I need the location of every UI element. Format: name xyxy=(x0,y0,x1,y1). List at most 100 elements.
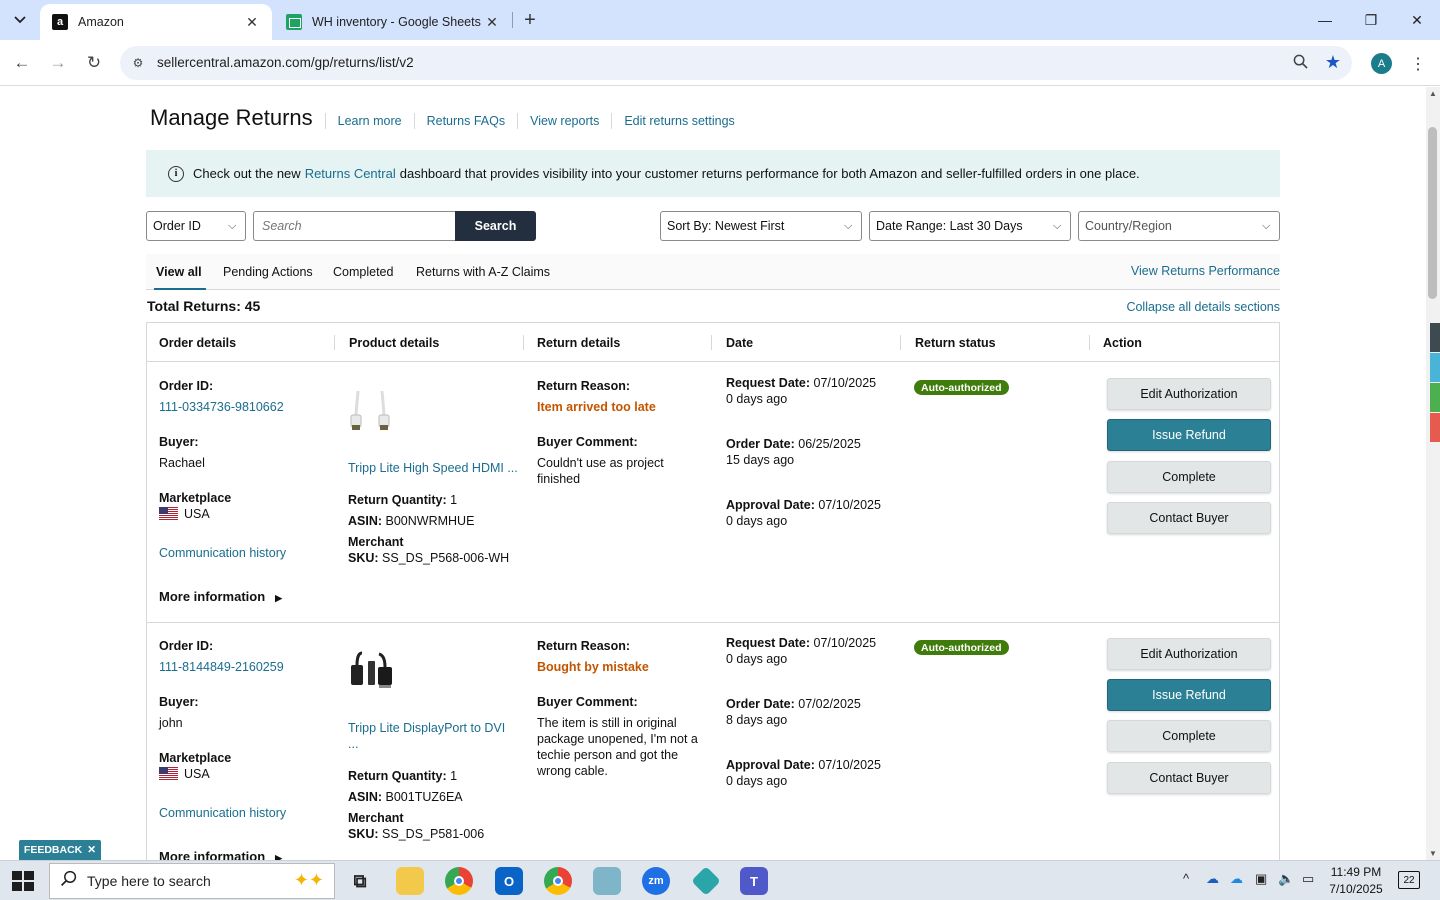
date-range-select[interactable]: Date Range: Last 30 Days ⌵ xyxy=(869,211,1071,241)
request-date-value: 07/10/2025 xyxy=(813,636,877,650)
zoom-icon[interactable] xyxy=(1293,54,1308,73)
communication-history-link[interactable]: Communication history xyxy=(159,545,286,561)
tab-google-sheets[interactable]: WH inventory - Google Sheets ✕ xyxy=(274,4,512,40)
notifications-icon[interactable]: 22 xyxy=(1398,871,1420,889)
product-name-link[interactable]: Tripp Lite High Speed HDMI ... xyxy=(348,460,518,476)
task-view-icon[interactable]: ⧉ xyxy=(346,867,374,895)
issue-refund-button[interactable]: Issue Refund xyxy=(1107,679,1271,711)
sort-select[interactable]: Sort By: Newest First ⌵ xyxy=(660,211,862,241)
profile-avatar[interactable]: A xyxy=(1371,53,1392,74)
returns-faqs-link[interactable]: Returns FAQs xyxy=(413,113,518,129)
reload-icon[interactable]: ↻ xyxy=(81,50,107,76)
marketplace-value: USA xyxy=(159,506,286,522)
order-date-ago: 8 days ago xyxy=(726,713,788,727)
communication-history-link[interactable]: Communication history xyxy=(159,805,286,821)
network-icon[interactable]: ▭ xyxy=(1302,871,1314,887)
returns-table: Order details Product details Return det… xyxy=(146,322,1280,860)
edit-returns-settings-link[interactable]: Edit returns settings xyxy=(611,113,746,129)
bookmark-star-icon[interactable]: ★ xyxy=(1325,52,1341,73)
forward-arrow-icon[interactable]: → xyxy=(45,50,71,76)
minimize-icon[interactable]: — xyxy=(1302,0,1348,40)
tab-returns-az-claims[interactable]: Returns with A-Z Claims xyxy=(416,254,550,290)
order-id-link[interactable]: 111-0334736-9810662 xyxy=(159,399,286,415)
more-information-toggle[interactable]: More information ▶ xyxy=(159,849,282,860)
onedrive-personal-icon[interactable]: ☁ xyxy=(1230,871,1243,887)
side-extension-tabs[interactable] xyxy=(1430,323,1440,442)
close-tab-icon[interactable]: ✕ xyxy=(484,14,500,30)
tab-completed[interactable]: Completed xyxy=(333,254,393,290)
page-scrollbar[interactable]: ▲ ▼ xyxy=(1426,87,1440,860)
contact-buyer-button[interactable]: Contact Buyer xyxy=(1107,762,1271,794)
search-type-select[interactable]: Order ID ⌵ xyxy=(146,211,246,241)
app-diamond-icon[interactable] xyxy=(691,866,721,896)
issue-refund-button[interactable]: Issue Refund xyxy=(1107,419,1271,451)
tab-search-menu-button[interactable] xyxy=(6,6,34,34)
show-hidden-icons-icon[interactable]: ^ xyxy=(1183,871,1189,886)
column-product-details: Product details xyxy=(349,335,440,350)
restore-icon[interactable]: ❐ xyxy=(1348,0,1394,40)
chrome-icon[interactable] xyxy=(445,867,473,895)
taskbar-search-box[interactable]: Type here to search ✦✦ xyxy=(49,863,335,899)
country-region-value: Country/Region xyxy=(1085,219,1172,233)
side-tab-green[interactable] xyxy=(1430,383,1440,412)
app-window-icon[interactable] xyxy=(593,867,621,895)
sort-value: Sort By: Newest First xyxy=(667,219,785,233)
scroll-up-arrow-icon[interactable]: ▲ xyxy=(1429,89,1437,98)
back-arrow-icon[interactable]: ← xyxy=(9,50,35,76)
search-button[interactable]: Search xyxy=(455,211,536,241)
complete-button[interactable]: Complete xyxy=(1107,461,1271,493)
view-reports-link[interactable]: View reports xyxy=(517,113,611,129)
outlook-icon[interactable]: O xyxy=(495,867,523,895)
more-information-toggle[interactable]: More information ▶ xyxy=(159,589,282,604)
order-id-label: Order ID: xyxy=(159,379,214,393)
security-icon[interactable]: ▣ xyxy=(1255,871,1267,887)
address-bar[interactable]: ⚙ sellercentral.amazon.com/gp/returns/li… xyxy=(120,46,1352,80)
teams-icon[interactable]: T xyxy=(740,867,768,895)
product-name-link[interactable]: Tripp Lite DisplayPort to DVI ... xyxy=(348,720,518,752)
chrome-profile-icon[interactable] xyxy=(544,867,572,895)
close-icon[interactable]: ✕ xyxy=(87,844,96,856)
side-tab-blue[interactable] xyxy=(1430,353,1440,382)
tab-pending-actions[interactable]: Pending Actions xyxy=(223,254,313,290)
complete-button[interactable]: Complete xyxy=(1107,720,1271,752)
request-date-ago: 0 days ago xyxy=(726,652,788,666)
merchant-label: Merchant xyxy=(348,535,404,549)
product-image[interactable] xyxy=(348,651,396,693)
site-info-icon[interactable]: ⚙ xyxy=(130,55,146,71)
taskbar-clock[interactable]: 11:49 PM 7/10/2025 xyxy=(1326,864,1386,898)
collapse-all-link[interactable]: Collapse all details sections xyxy=(1126,300,1280,314)
view-returns-performance-link[interactable]: View Returns Performance xyxy=(1131,264,1280,278)
scroll-down-arrow-icon[interactable]: ▼ xyxy=(1429,849,1437,858)
approval-date-value: 07/10/2025 xyxy=(818,498,881,512)
request-date: Request Date: 07/10/2025 xyxy=(726,635,896,651)
contact-buyer-button[interactable]: Contact Buyer xyxy=(1107,502,1271,534)
onedrive-icon[interactable]: ☁ xyxy=(1206,871,1219,887)
volume-icon[interactable]: 🔈 xyxy=(1278,871,1294,887)
request-date-value: 07/10/2025 xyxy=(813,376,877,390)
scrollbar-thumb[interactable] xyxy=(1428,127,1437,299)
country-region-select[interactable]: Country/Region ⌵ xyxy=(1078,211,1280,241)
tab-view-all[interactable]: View all xyxy=(154,254,206,290)
close-tab-icon[interactable]: ✕ xyxy=(244,14,260,30)
zoom-app-icon[interactable]: zm xyxy=(642,867,670,895)
search-input[interactable]: Search xyxy=(253,211,456,241)
browser-menu-icon[interactable]: ⋮ xyxy=(1408,52,1428,76)
order-id-link[interactable]: 111-8144849-2160259 xyxy=(159,659,286,675)
windows-start-icon[interactable] xyxy=(12,871,34,891)
close-window-icon[interactable]: ✕ xyxy=(1394,0,1440,40)
returns-central-link[interactable]: Returns Central xyxy=(305,166,396,181)
product-image[interactable] xyxy=(348,389,396,437)
edit-authorization-button[interactable]: Edit Authorization xyxy=(1107,378,1271,410)
column-action: Action xyxy=(1103,335,1142,350)
sku: SKU: SS_DS_P581-006 xyxy=(348,826,518,842)
new-tab-icon[interactable]: + xyxy=(518,8,542,32)
side-tab-dark[interactable] xyxy=(1430,323,1440,352)
learn-more-link[interactable]: Learn more xyxy=(324,113,414,129)
side-tab-red[interactable] xyxy=(1430,413,1440,442)
feedback-button[interactable]: FEEDBACK ✕ xyxy=(19,840,101,860)
filter-bar: Order ID ⌵ Search Search Sort By: Newest… xyxy=(146,211,1280,242)
tab-amazon[interactable]: a Amazon ✕ xyxy=(40,4,272,40)
edit-authorization-button[interactable]: Edit Authorization xyxy=(1107,638,1271,670)
url-text[interactable]: sellercentral.amazon.com/gp/returns/list… xyxy=(157,55,414,70)
file-explorer-icon[interactable] xyxy=(396,867,424,895)
